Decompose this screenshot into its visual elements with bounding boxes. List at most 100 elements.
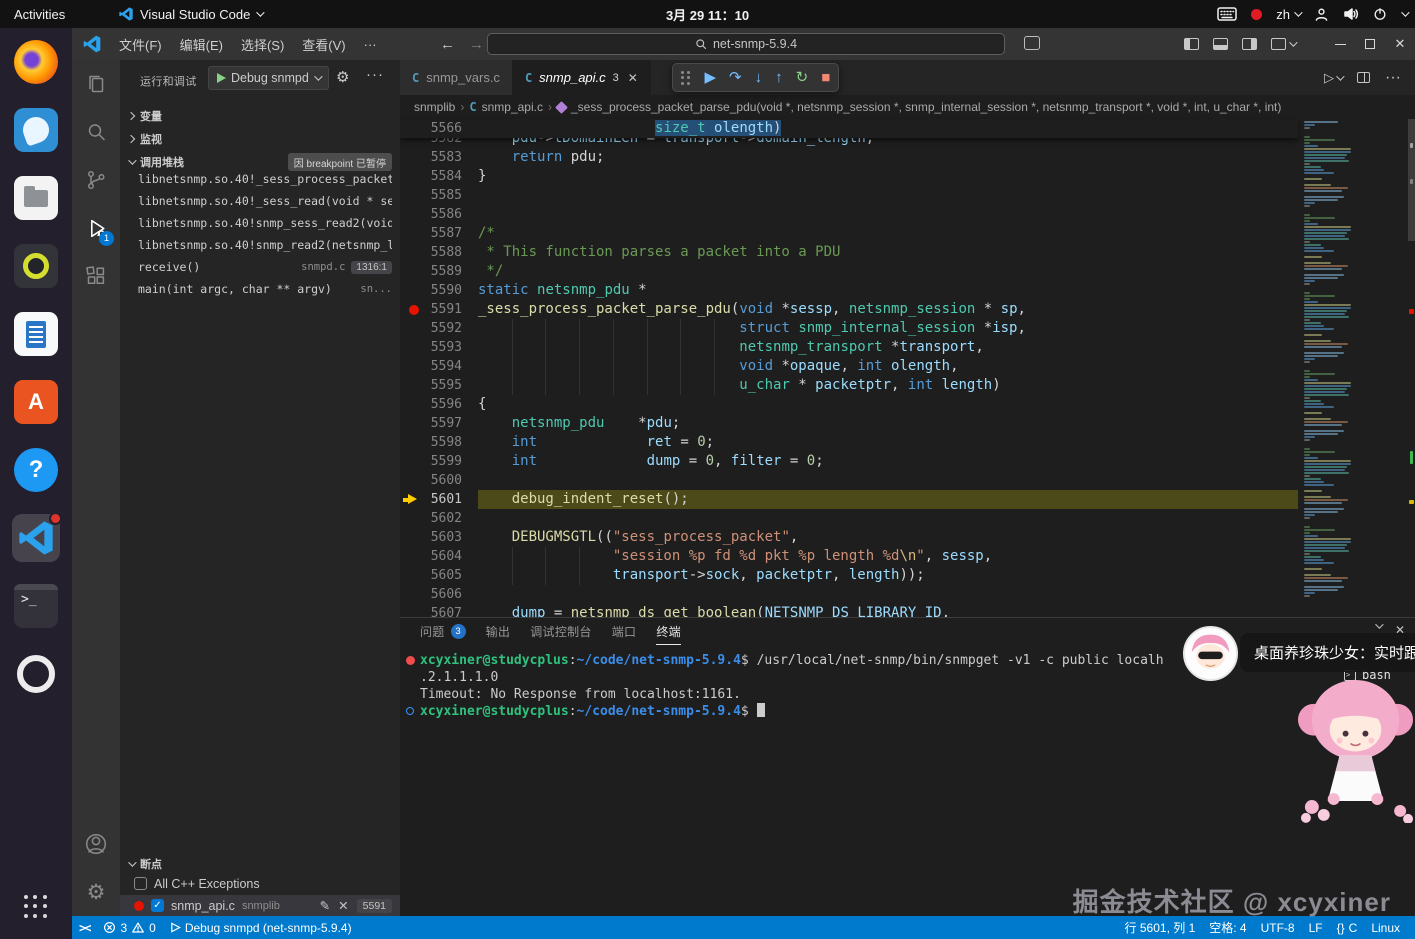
dock-item-libreoffice-document[interactable] <box>0 300 72 368</box>
line-number[interactable]: 5607 <box>400 604 478 617</box>
code-line[interactable]: 5603 DEBUGMSGTL(("sess_process_packet", <box>400 528 1298 547</box>
clock[interactable]: 3月 29 11：10 <box>666 5 749 24</box>
step-into-icon[interactable]: ↓ <box>755 70 763 85</box>
debug-status[interactable]: Debug snmpd (net-snmp-5.9.4) <box>163 916 359 939</box>
command-ok-icon[interactable] <box>406 707 414 715</box>
code-line[interactable]: 5587/* <box>400 224 1298 243</box>
code-line[interactable]: 5604 "session %p fd %d pkt %p length %d\… <box>400 547 1298 566</box>
language-mode[interactable]: {}C <box>1330 916 1365 939</box>
line-number[interactable]: 5594 <box>400 357 478 376</box>
menu-item[interactable]: ··· <box>355 28 386 60</box>
line-number[interactable]: 5598 <box>400 433 478 452</box>
code-line[interactable]: 5597 netsnmp_pdu *pdu; <box>400 414 1298 433</box>
continue-icon[interactable]: ▶ <box>705 70 717 85</box>
debug-settings-gear-icon[interactable]: ⚙ <box>336 68 349 86</box>
breadcrumb-item[interactable]: snmp_api.c <box>482 100 543 114</box>
line-number[interactable]: 5603 <box>400 528 478 547</box>
dock-item-media-disc[interactable] <box>0 232 72 300</box>
code-line[interactable]: 5586 <box>400 205 1298 224</box>
split-editor-icon[interactable] <box>1357 72 1370 83</box>
drag-handle-icon[interactable] <box>681 71 690 85</box>
dock-item-thunderbird[interactable] <box>0 96 72 164</box>
code-line[interactable]: 5596{ <box>400 395 1298 414</box>
dock-item-help[interactable]: ? <box>0 436 72 504</box>
power-icon[interactable] <box>1373 7 1387 21</box>
activity-bar-extensions[interactable] <box>72 252 120 300</box>
breakpoint-row[interactable]: All C++ Exceptions <box>120 873 400 894</box>
nav-back-icon[interactable]: ← <box>440 36 455 53</box>
desktop-pet-widget[interactable]: 桌面养珍珠少女：实时跟随打字 <box>1183 626 1415 681</box>
line-number[interactable]: 5605 <box>400 566 478 585</box>
activity-bar-search[interactable] <box>72 108 120 156</box>
code-line[interactable]: 5605 transport->sock, packetptr, length)… <box>400 566 1298 585</box>
dock-item-terminal[interactable]: >_ <box>0 572 72 640</box>
line-number[interactable]: 5583 <box>400 148 478 167</box>
minimap[interactable] <box>1298 119 1408 617</box>
focused-app-indicator[interactable]: Visual Studio Code <box>108 6 262 22</box>
line-number[interactable]: 5593 <box>400 338 478 357</box>
code-line[interactable]: 5600 <box>400 471 1298 490</box>
toggle-panel-icon[interactable] <box>1213 38 1228 50</box>
line-number[interactable]: 5590 <box>400 281 478 300</box>
step-out-icon[interactable]: ↑ <box>775 70 783 85</box>
code-line[interactable]: 5595 u_char * packetptr, int length) <box>400 376 1298 395</box>
panel-tab[interactable]: 问题3 <box>420 618 466 645</box>
show-applications-grid[interactable] <box>0 883 72 931</box>
code-line[interactable]: 5606 <box>400 585 1298 604</box>
edit-icon[interactable]: ✎ <box>320 898 330 913</box>
stop-icon[interactable]: ■ <box>821 70 830 85</box>
panel-tab[interactable]: 终端 <box>656 618 681 645</box>
editor-scrollbar[interactable] <box>1408 119 1415 241</box>
call-stack-frame[interactable]: libnetsnmp.so.40!snmp_read2(netsnmp_la <box>120 234 400 256</box>
code-line[interactable]: 5588 * This function parses a packet int… <box>400 243 1298 262</box>
editor-tab[interactable]: Csnmp_vars.c <box>400 60 513 95</box>
debug-more-actions-icon[interactable]: ··· <box>366 66 384 83</box>
code-line[interactable]: 5601 debug_indent_reset(); <box>400 490 1298 509</box>
section-variables[interactable]: 变量 <box>120 105 400 127</box>
menu-item[interactable]: 选择(S) <box>232 28 293 60</box>
code-line[interactable]: 5602 <box>400 509 1298 528</box>
code-line[interactable]: 5598 int ret = 0; <box>400 433 1298 452</box>
code-line[interactable]: 5594 void *opaque, int olength, <box>400 357 1298 376</box>
line-number[interactable]: 5587 <box>400 224 478 243</box>
dock-item-screenshot-tool[interactable] <box>0 640 72 708</box>
keyboard-icon[interactable] <box>1217 7 1237 21</box>
panel-tab[interactable]: 端口 <box>612 618 637 645</box>
call-stack-frame[interactable]: main(int argc, char ** argv)sn... <box>120 278 400 300</box>
close-icon[interactable]: ✕ <box>628 71 638 85</box>
line-number[interactable]: 5601 <box>400 490 478 509</box>
line-number[interactable]: 5595 <box>400 376 478 395</box>
code-line[interactable]: 5583 return pdu; <box>400 148 1298 167</box>
command-center-search[interactable]: net-snmp-5.9.4 <box>487 33 1005 55</box>
call-stack-frame[interactable]: receive()snmpd.c1316:1 <box>120 256 400 278</box>
dock-item-ubuntu-software[interactable]: A <box>0 368 72 436</box>
indentation-status[interactable]: 空格: 4 <box>1202 916 1253 939</box>
command-center-menu-icon[interactable] <box>1024 36 1040 50</box>
code-line[interactable]: 5607 dump = netsnmp_ds_get_boolean(NETSN… <box>400 604 1298 617</box>
activity-bar-settings[interactable]: ⚙ <box>72 868 120 916</box>
chevron-down-icon[interactable] <box>1401 8 1409 16</box>
nav-forward-icon[interactable]: → <box>469 36 484 53</box>
os-indicator[interactable]: Linux <box>1364 916 1407 939</box>
dock-item-files[interactable] <box>0 164 72 232</box>
terminal-output[interactable]: xcyxiner@studycplus:~/code/net-snmp-5.9.… <box>420 652 1164 720</box>
language-indicator[interactable]: zh <box>1276 7 1300 22</box>
code-line[interactable]: 5591_sess_process_packet_parse_pdu(void … <box>400 300 1298 319</box>
code-line[interactable]: 5589 */ <box>400 262 1298 281</box>
activities-button[interactable]: Activities <box>0 0 79 28</box>
code-line[interactable]: 5599 int dump = 0, filter = 0; <box>400 452 1298 471</box>
dock-item-firefox[interactable] <box>0 28 72 96</box>
line-number[interactable]: 5585 <box>400 186 478 205</box>
code-area[interactable]: 5582 pdu->tDomainLen = transport->domain… <box>400 119 1298 617</box>
activity-bar-source-control[interactable] <box>72 156 120 204</box>
sticky-scroll-line[interactable]: 5566 size_t olength) <box>400 119 1298 138</box>
toggle-sidebar-icon[interactable] <box>1184 38 1199 50</box>
activity-bar-run-and-debug[interactable]: 1 <box>72 204 120 252</box>
line-number[interactable]: 5600 <box>400 471 478 490</box>
line-number[interactable]: 5586 <box>400 205 478 224</box>
call-stack-frame[interactable]: libnetsnmp.so.40!_sess_process_packet( <box>120 168 400 190</box>
run-file-button[interactable]: ▷ <box>1324 70 1342 86</box>
restart-icon[interactable]: ↻ <box>796 70 809 85</box>
line-number[interactable]: 5584 <box>400 167 478 186</box>
encoding-status[interactable]: UTF-8 <box>1254 916 1302 939</box>
